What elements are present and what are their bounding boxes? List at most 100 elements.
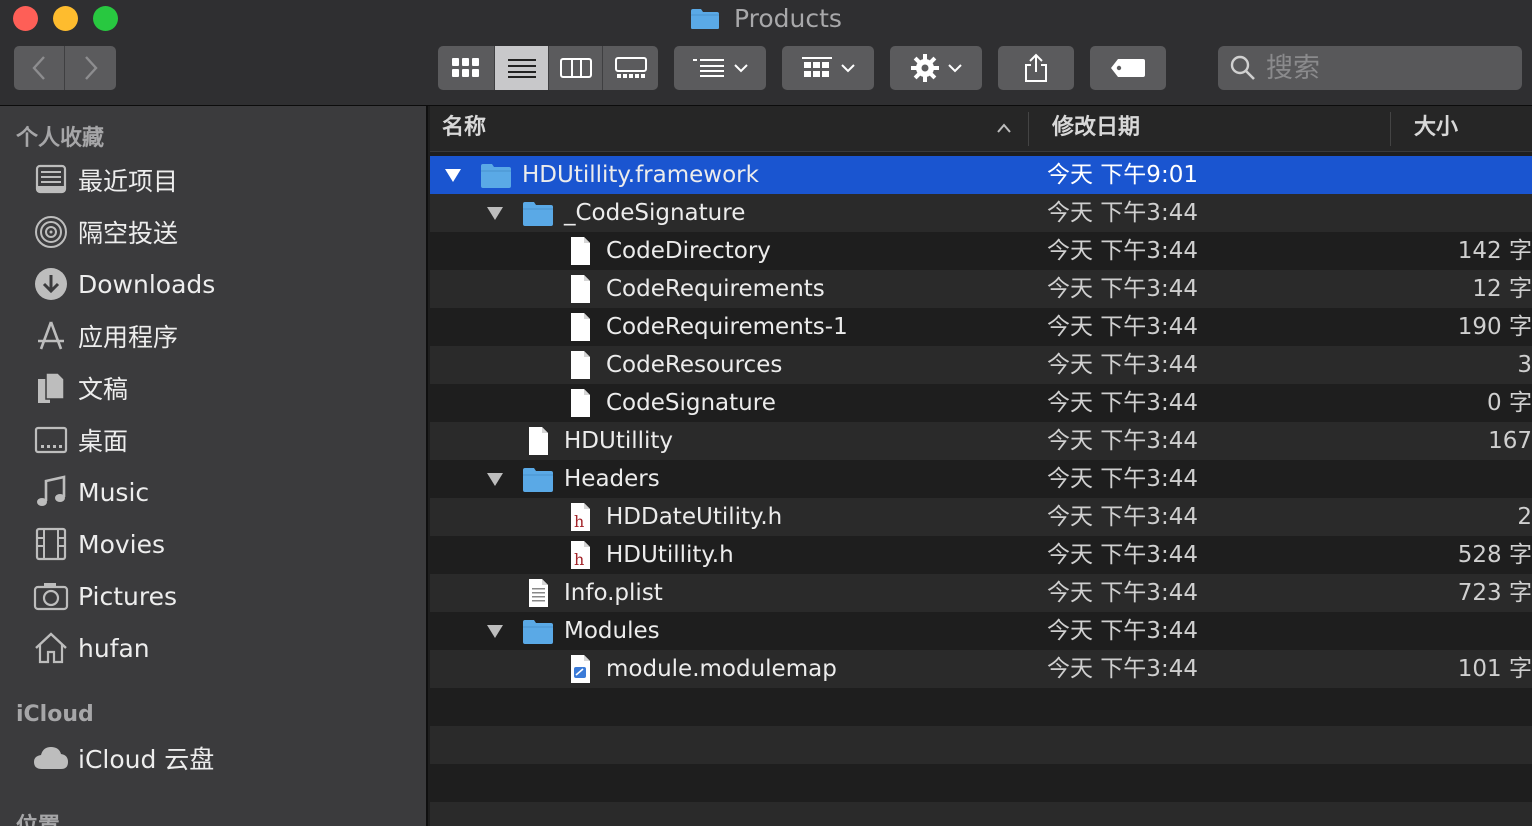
folder-icon — [522, 198, 554, 228]
nav-buttons — [14, 46, 116, 90]
search-input[interactable] — [1266, 52, 1506, 84]
file-name: Info.plist — [564, 580, 663, 606]
file-name: CodeSignature — [606, 390, 776, 416]
group-icon — [802, 57, 832, 77]
document-icon — [564, 350, 596, 380]
document-icon — [564, 236, 596, 266]
sidebar-item-applications[interactable]: 应用程序 — [32, 314, 178, 358]
file-size: 2 — [1517, 504, 1532, 530]
empty-row — [430, 764, 1532, 802]
edit-tags-button[interactable] — [1090, 46, 1166, 90]
column-divider[interactable] — [1390, 112, 1391, 146]
sidebar-item-label: 文稿 — [78, 375, 129, 404]
modified-date: 今天 下午3:44 — [1047, 618, 1198, 644]
modified-date: 今天 下午3:44 — [1047, 656, 1198, 682]
disclosure-triangle-icon[interactable] — [444, 166, 462, 184]
camera-icon — [32, 577, 70, 615]
modified-date: 今天 下午3:44 — [1047, 352, 1198, 378]
sidebar-item-music[interactable]: Music — [32, 470, 149, 514]
share-button[interactable] — [998, 46, 1074, 90]
columns-icon — [559, 58, 592, 78]
table-row[interactable]: HDUtillity.framework 今天 下午9:01 — [430, 156, 1532, 194]
table-row[interactable]: CodeRequirements 今天 下午3:44 12 字 — [430, 270, 1532, 308]
group-menu-button[interactable] — [782, 46, 874, 90]
movies-icon — [32, 525, 70, 563]
plist-file-icon — [522, 578, 554, 608]
document-icon — [564, 388, 596, 418]
modulemap-file-icon — [564, 654, 596, 684]
file-name: HDUtillity.framework — [522, 162, 759, 188]
sidebar-item-documents[interactable]: 文稿 — [32, 366, 128, 410]
gallery-icon — [614, 57, 647, 78]
sidebar-item-icloud-drive[interactable]: iCloud 云盘 — [32, 736, 214, 780]
file-name: Modules — [564, 618, 660, 644]
file-size: 0 字 — [1487, 390, 1532, 416]
sidebar-item-pictures[interactable]: Pictures — [32, 574, 177, 618]
forward-button[interactable] — [65, 46, 116, 90]
column-header-size[interactable]: 大小 — [1414, 106, 1532, 152]
column-header-name[interactable]: 名称 — [442, 106, 1022, 152]
file-size: 3 — [1517, 352, 1532, 378]
window-toolbar: Products — [0, 0, 1532, 106]
folder-icon — [480, 160, 512, 190]
sidebar-item-home[interactable]: hufan — [32, 626, 150, 670]
file-name: _CodeSignature — [564, 200, 746, 226]
recents-icon — [32, 161, 70, 199]
search-field[interactable] — [1218, 46, 1522, 90]
empty-row — [430, 802, 1532, 826]
sidebar: 个人收藏 最近项目 隔空投送 Downloads 应用程序 文稿 桌面 Musi… — [0, 106, 428, 826]
window-title: Products — [734, 4, 842, 33]
disclosure-triangle-icon[interactable] — [486, 470, 504, 488]
sidebar-item-recents[interactable]: 最近项目 — [32, 158, 178, 202]
modified-date: 今天 下午9:01 — [1047, 162, 1198, 188]
action-menu-button[interactable] — [890, 46, 982, 90]
search-icon — [1230, 55, 1255, 80]
file-size: 101 字 — [1457, 656, 1532, 682]
table-row[interactable]: h HDDateUtility.h 今天 下午3:44 2 — [430, 498, 1532, 536]
disclosure-triangle-icon[interactable] — [486, 204, 504, 222]
sidebar-item-desktop[interactable]: 桌面 — [32, 418, 128, 462]
table-row[interactable]: CodeDirectory 今天 下午3:44 142 字 — [430, 232, 1532, 270]
back-button[interactable] — [14, 46, 65, 90]
column-view-button[interactable] — [549, 46, 603, 90]
list-view-button[interactable] — [495, 46, 549, 90]
file-name: module.modulemap — [606, 656, 837, 682]
locations-section-label: 位置 — [16, 808, 60, 826]
table-row[interactable]: Info.plist 今天 下午3:44 723 字 — [430, 574, 1532, 612]
table-row[interactable]: _CodeSignature 今天 下午3:44 — [430, 194, 1532, 232]
document-icon — [522, 426, 554, 456]
table-row[interactable]: h HDUtillity.h 今天 下午3:44 528 字 — [430, 536, 1532, 574]
sidebar-item-airdrop[interactable]: 隔空投送 — [32, 210, 178, 254]
document-icon — [564, 274, 596, 304]
icon-view-button[interactable] — [438, 46, 495, 90]
gallery-view-button[interactable] — [603, 46, 658, 90]
table-row[interactable]: HDUtillity 今天 下午3:44 167 — [430, 422, 1532, 460]
sidebar-item-label: 应用程序 — [78, 323, 179, 352]
table-row[interactable]: module.modulemap 今天 下午3:44 101 字 — [430, 650, 1532, 688]
file-name: CodeDirectory — [606, 238, 771, 264]
file-size: 142 字 — [1457, 238, 1532, 264]
modified-date: 今天 下午3:44 — [1047, 276, 1198, 302]
file-name: CodeRequirements-1 — [606, 314, 848, 340]
sidebar-item-downloads[interactable]: Downloads — [32, 262, 215, 306]
column-header: 名称 修改日期 大小 — [430, 106, 1532, 152]
column-divider[interactable] — [1028, 112, 1029, 146]
file-name: Headers — [564, 466, 660, 492]
sidebar-item-movies[interactable]: Movies — [32, 522, 165, 566]
disclosure-triangle-icon[interactable] — [486, 622, 504, 640]
file-size: 723 字 — [1457, 580, 1532, 606]
modified-date: 今天 下午3:44 — [1047, 238, 1198, 264]
applications-icon — [32, 317, 70, 355]
table-row[interactable]: CodeResources 今天 下午3:44 3 — [430, 346, 1532, 384]
header-file-icon: h — [564, 502, 596, 532]
chevron-right-icon — [84, 56, 98, 80]
table-row[interactable]: CodeSignature 今天 下午3:44 0 字 — [430, 384, 1532, 422]
sidebar-item-label: Movies — [78, 529, 166, 559]
table-row[interactable]: CodeRequirements-1 今天 下午3:44 190 字 — [430, 308, 1532, 346]
table-row[interactable]: Headers 今天 下午3:44 — [430, 460, 1532, 498]
folder-icon — [522, 616, 554, 646]
arrange-menu-button[interactable] — [674, 46, 766, 90]
icloud-section-label: iCloud — [16, 702, 94, 727]
table-row[interactable]: Modules 今天 下午3:44 — [430, 612, 1532, 650]
column-header-date[interactable]: 修改日期 — [1052, 106, 1382, 152]
